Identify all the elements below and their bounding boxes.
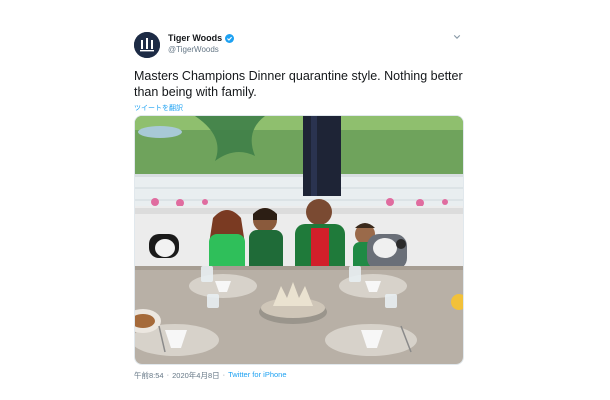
author-name[interactable]: Tiger Woods bbox=[168, 33, 222, 43]
tweet-card[interactable]: Tiger Woods @TigerWoods Masters Champion… bbox=[120, 22, 470, 382]
chevron-down-icon[interactable] bbox=[453, 33, 461, 41]
family-dinner-photo bbox=[135, 116, 463, 364]
avatar[interactable] bbox=[134, 32, 160, 58]
translate-link[interactable]: ツイートを翻訳 bbox=[134, 103, 183, 113]
author-handle[interactable]: @TigerWoods bbox=[168, 45, 219, 54]
author-name-row[interactable]: Tiger Woods bbox=[168, 33, 235, 43]
tweet-photo[interactable] bbox=[134, 115, 464, 365]
tweet-time[interactable]: 午前8:54 bbox=[134, 370, 164, 381]
tweet-source-link[interactable]: Twitter for iPhone bbox=[228, 370, 286, 381]
tweet-date[interactable]: 2020年4月8日 bbox=[172, 370, 220, 381]
tweet-text: Masters Champions Dinner quarantine styl… bbox=[134, 69, 463, 99]
meta-separator: · bbox=[222, 370, 226, 379]
meta-separator: · bbox=[166, 370, 170, 379]
tgr-logo-icon bbox=[134, 32, 160, 58]
tweet-meta: 午前8:54 · 2020年4月8日 · Twitter for iPhone bbox=[134, 370, 287, 381]
verified-badge-icon bbox=[225, 33, 235, 43]
